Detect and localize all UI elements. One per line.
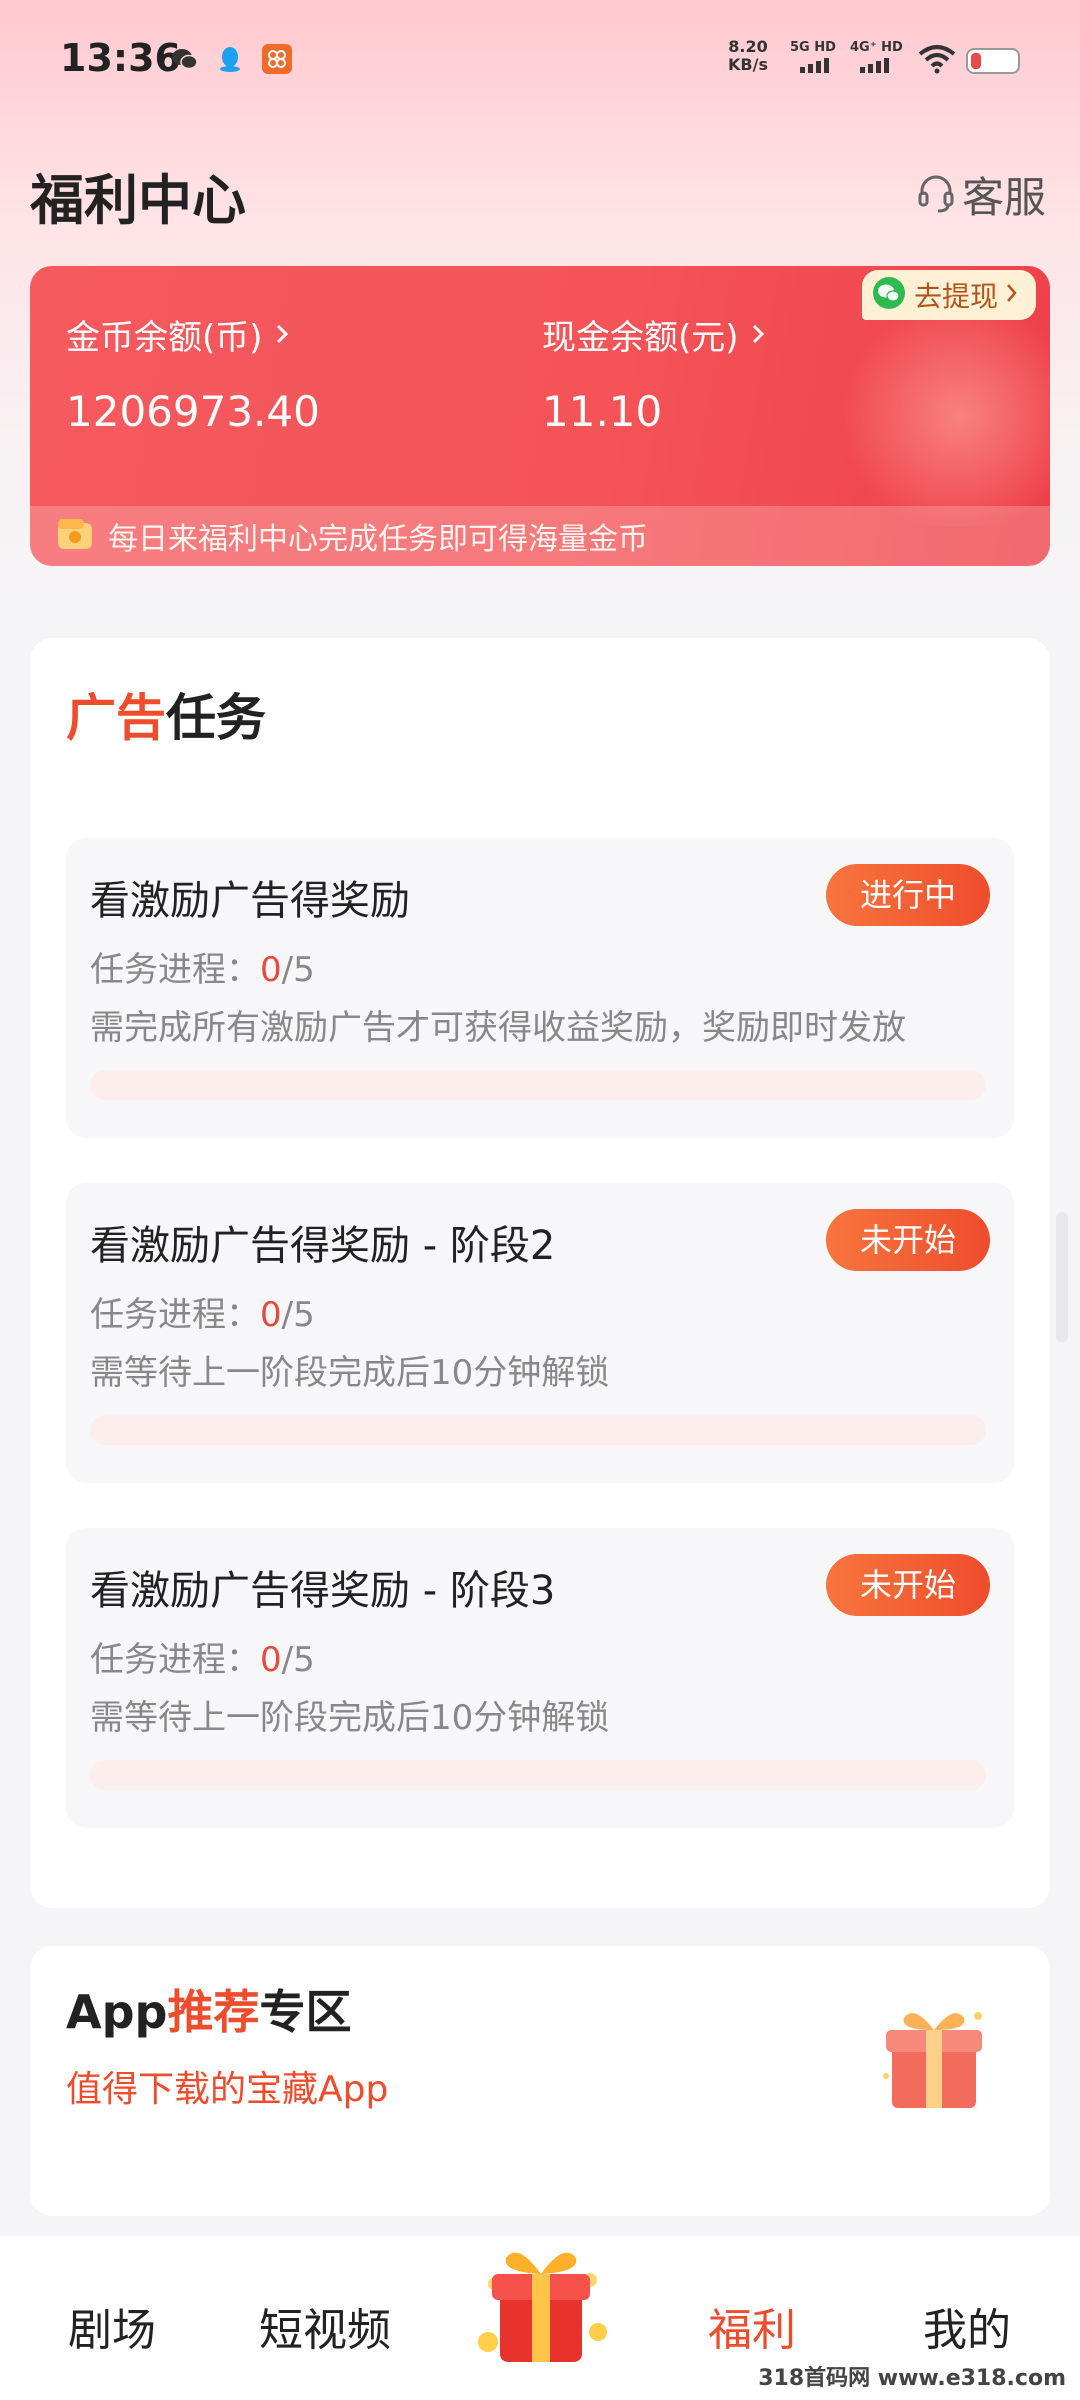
- task-progress: 任务进程：0/5: [90, 1287, 315, 1336]
- task-progress-done: 0: [260, 1640, 282, 1680]
- gift-icon: [878, 1996, 988, 2120]
- chevron-right-icon: [751, 315, 765, 355]
- cash-balance-label: 现金余额(元): [542, 318, 739, 358]
- wifi-icon: [918, 44, 956, 78]
- task-progress-label: 任务进程：: [90, 1295, 260, 1335]
- task-progress-label: 任务进程：: [90, 950, 260, 990]
- nav-item-me[interactable]: 我的: [923, 2294, 1011, 2358]
- task-status-badge[interactable]: 进行中: [826, 864, 990, 926]
- signal-bars-icon: [800, 58, 829, 73]
- task-progress-done: 0: [260, 950, 282, 990]
- task-description: 需完成所有激励广告才可获得收益奖励，奖励即时发放: [90, 1008, 906, 1048]
- network-speed-value: 8.20: [728, 37, 768, 56]
- wechat-icon: [170, 44, 200, 74]
- task-title: 看激励广告得奖励 - 阶段2: [90, 1223, 556, 1269]
- gift-icon[interactable]: [466, 2222, 616, 2376]
- coin-balance-label: 金币余额(币): [66, 318, 263, 358]
- task-progress-bar: [90, 1070, 986, 1100]
- app-zone-title-b: 专区: [259, 1985, 352, 2039]
- signal-bars-icon: [860, 58, 889, 73]
- task-progress-done: 0: [260, 1295, 282, 1335]
- battery-icon: [966, 48, 1020, 74]
- customer-service-label: 客服: [962, 173, 1047, 222]
- nav-item-welfare[interactable]: 福利: [708, 2294, 796, 2358]
- watermark: 318首码网 www.e318.com: [758, 2366, 1066, 2391]
- task-progress-bar: [90, 1415, 986, 1445]
- cash-balance[interactable]: 现金余额(元) 11.10: [542, 310, 765, 436]
- status-bar: 13:36 8.20 KB/s 5G HD 4G⁺ HD: [0, 0, 1080, 120]
- network-speed: 8.20 KB/s: [728, 38, 768, 74]
- task-card-2[interactable]: 看激励广告得奖励 - 阶段2 未开始 任务进程：0/5 需等待上一阶段完成后10…: [66, 1183, 1014, 1483]
- withdraw-button[interactable]: 去提现: [862, 270, 1037, 320]
- task-card-1[interactable]: 看激励广告得奖励 进行中 任务进程：0/5 需完成所有激励广告才可获得收益奖励，…: [66, 838, 1014, 1138]
- app-zone-title: App推荐专区: [66, 1976, 351, 2042]
- chevron-right-icon: [1006, 282, 1018, 308]
- network-speed-unit: KB/s: [728, 55, 768, 74]
- headset-icon: [918, 173, 954, 217]
- task-progress-total: /5: [281, 1295, 315, 1335]
- app-recommend-section[interactable]: App推荐专区 值得下载的宝藏App: [30, 1946, 1050, 2216]
- coin-balance[interactable]: 金币余额(币) 1206973.40: [66, 310, 320, 436]
- section-title: 广告任务: [66, 678, 266, 750]
- cash-balance-value: 11.10: [542, 387, 663, 436]
- card-footer-banner: 每日来福利中心完成任务即可得海量金币: [30, 506, 1050, 566]
- task-progress-bar: [90, 1760, 986, 1790]
- section-title-rest: 任务: [166, 689, 266, 747]
- status-time: 13:36: [60, 36, 181, 80]
- qq-icon: [215, 44, 245, 74]
- task-description: 需等待上一阶段完成后10分钟解锁: [90, 1698, 610, 1738]
- task-status-badge[interactable]: 未开始: [826, 1209, 990, 1271]
- app-zone-subtitle: 值得下载的宝藏App: [66, 2069, 389, 2110]
- card-footer-text: 每日来福利中心完成任务即可得海量金币: [108, 522, 648, 557]
- app-notification-icon: [262, 44, 292, 74]
- task-progress-total: /5: [281, 1640, 315, 1680]
- task-card-3[interactable]: 看激励广告得奖励 - 阶段3 未开始 任务进程：0/5 需等待上一阶段完成后10…: [66, 1528, 1014, 1828]
- app-zone-title-a: App: [66, 1985, 168, 2039]
- task-progress-label: 任务进程：: [90, 1640, 260, 1680]
- task-status-badge[interactable]: 未开始: [826, 1554, 990, 1616]
- task-description: 需等待上一阶段完成后10分钟解锁: [90, 1353, 610, 1393]
- task-progress: 任务进程：0/5: [90, 1632, 315, 1681]
- signal-label-5g: 5G HD: [790, 40, 836, 55]
- withdraw-label: 去提现: [914, 280, 999, 313]
- nav-item-theater[interactable]: 剧场: [68, 2294, 156, 2358]
- scrollbar-thumb[interactable]: [1056, 1212, 1068, 1342]
- coin-wallet-icon: [56, 517, 94, 555]
- coin-balance-value: 1206973.40: [66, 387, 320, 436]
- page-title: 福利中心: [30, 169, 246, 232]
- task-progress: 任务进程：0/5: [90, 942, 315, 991]
- app-zone-title-highlight: 推荐: [167, 1985, 260, 2039]
- task-title: 看激励广告得奖励: [90, 878, 410, 924]
- chevron-right-icon: [275, 315, 289, 355]
- task-title: 看激励广告得奖励 - 阶段3: [90, 1568, 556, 1614]
- task-progress-total: /5: [281, 950, 315, 990]
- signal-label-4g: 4G⁺ HD: [850, 40, 903, 55]
- customer-service-button[interactable]: 客服: [918, 164, 1046, 225]
- section-title-highlight: 广告: [66, 689, 166, 747]
- wechat-icon: [872, 276, 906, 314]
- nav-item-short-video[interactable]: 短视频: [259, 2294, 391, 2358]
- ad-task-section: 广告任务 看激励广告得奖励 进行中 任务进程：0/5 需完成所有激励广告才可获得…: [30, 638, 1050, 1908]
